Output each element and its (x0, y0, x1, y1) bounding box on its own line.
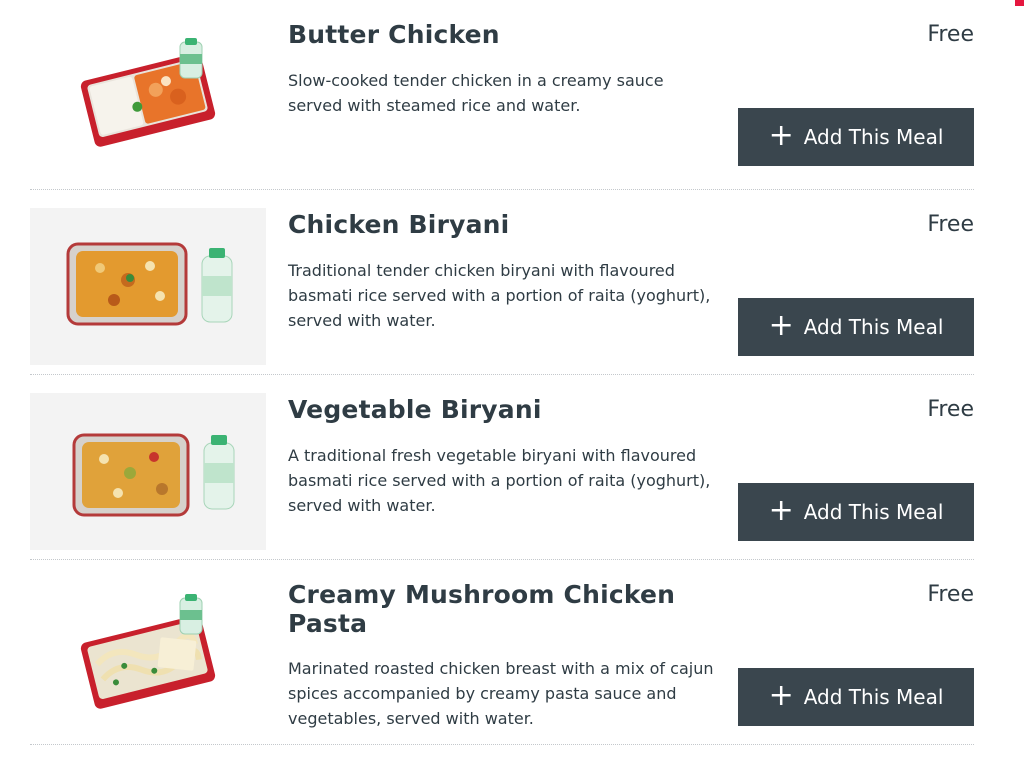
corner-accent-marker (1015, 0, 1024, 6)
meal-title: Creamy Mushroom Chicken Pasta (288, 580, 676, 638)
vegetable-biryani-tray-illustration (72, 433, 235, 517)
meal-image-vegetable-biryani (30, 393, 266, 550)
plus-icon: + (768, 117, 794, 153)
add-meal-button[interactable]: + Add This Meal (738, 108, 974, 166)
meal-price: Free (927, 22, 974, 47)
meal-description: Slow-cooked tender chicken in a creamy s… (288, 71, 664, 115)
meal-card-creamy-mushroom-chicken-pasta: Creamy Mushroom Chicken Pasta Marinated … (30, 560, 974, 745)
meal-image-creamy-mushroom-chicken-pasta (30, 578, 266, 735)
add-meal-button[interactable]: + Add This Meal (738, 668, 974, 726)
meal-title: Chicken Biryani (288, 210, 510, 239)
meal-title: Butter Chicken (288, 20, 500, 49)
plus-icon: + (768, 492, 794, 528)
meal-price: Free (927, 582, 974, 607)
plus-icon: + (768, 677, 794, 713)
meal-description: Marinated roasted chicken breast with a … (288, 659, 714, 728)
add-meal-button[interactable]: + Add This Meal (738, 483, 974, 541)
meal-selection-page: Butter Chicken Slow-cooked tender chicke… (0, 0, 1024, 768)
plus-icon: + (768, 307, 794, 343)
add-meal-button-label: Add This Meal (803, 500, 944, 524)
meal-image-butter-chicken (30, 18, 266, 175)
add-meal-button-label: Add This Meal (803, 685, 944, 709)
meal-card-vegetable-biryani: Vegetable Biryani A traditional fresh ve… (30, 375, 974, 560)
add-meal-button-label: Add This Meal (803, 125, 944, 149)
add-meal-button-label: Add This Meal (803, 315, 944, 339)
chicken-biryani-tray-illustration (66, 242, 233, 326)
meal-description: A traditional fresh vegetable biryani wi… (288, 446, 711, 515)
meal-price: Free (927, 397, 974, 422)
meal-card-butter-chicken: Butter Chicken Slow-cooked tender chicke… (30, 0, 974, 190)
meal-price: Free (927, 212, 974, 237)
pasta-tray-illustration (80, 594, 216, 709)
meal-image-chicken-biryani (30, 208, 266, 365)
meal-list: Butter Chicken Slow-cooked tender chicke… (30, 0, 974, 745)
meal-card-chicken-biryani: Chicken Biryani Traditional tender chick… (30, 190, 974, 375)
meal-title: Vegetable Biryani (288, 395, 542, 424)
add-meal-button[interactable]: + Add This Meal (738, 298, 974, 356)
meal-description: Traditional tender chicken biryani with … (288, 261, 711, 330)
butter-chicken-tray-illustration (80, 38, 216, 147)
